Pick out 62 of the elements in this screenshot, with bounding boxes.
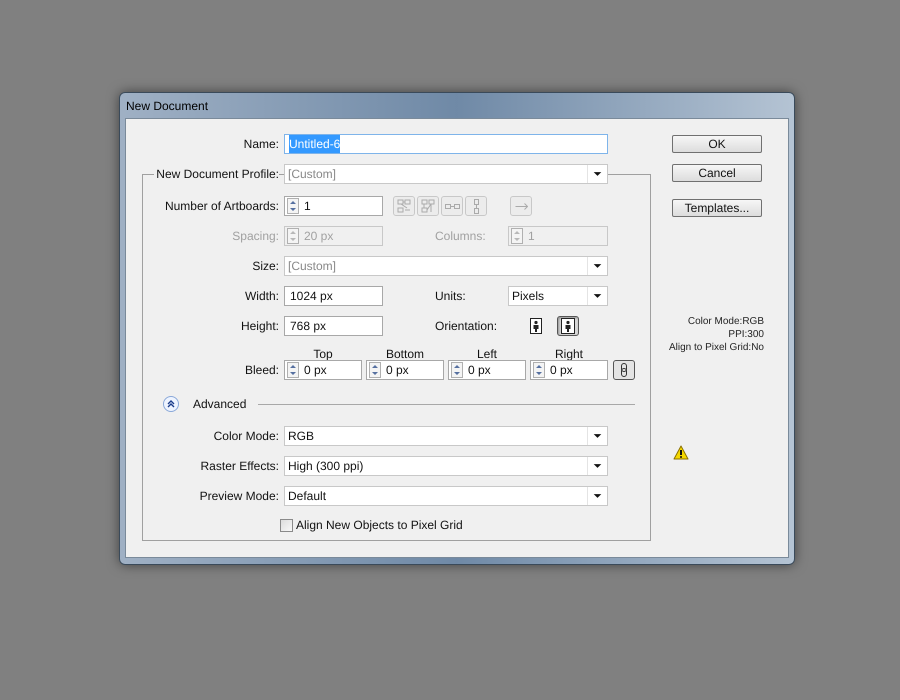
dropdown[interactable]: Default: [284, 486, 608, 506]
field-label: Name:: [242, 136, 280, 153]
layout-icon: [421, 199, 435, 213]
dialog-button[interactable]: Cancel: [672, 164, 762, 182]
field-label: Bleed:: [244, 362, 280, 379]
link-button[interactable]: [613, 360, 635, 380]
field-label: Size:: [251, 258, 280, 275]
checkbox-label: Align New Objects to Pixel Grid: [296, 517, 463, 534]
layout-icon: [397, 199, 411, 213]
field-label: Orientation:: [434, 318, 498, 335]
field-label: New Document Profile:: [154, 167, 279, 181]
field-label: Height:: [240, 318, 280, 335]
summary-line: PPI:300: [728, 328, 764, 341]
field-label: Left: [476, 346, 498, 360]
field-label: Raster Effects:: [200, 458, 280, 475]
dropdown[interactable]: Pixels: [508, 286, 608, 306]
warning-icon: [673, 445, 689, 460]
dialog-button[interactable]: OK: [672, 135, 762, 153]
field-label: Columns:: [434, 228, 487, 245]
checkbox[interactable]: [280, 518, 293, 532]
landscape-button[interactable]: [557, 316, 579, 336]
dropdown[interactable]: [Custom]: [284, 256, 608, 276]
field-label: Preview Mode:: [198, 488, 280, 505]
dropdown[interactable]: High (300 ppi): [284, 456, 608, 476]
spinner-icon: [287, 362, 299, 378]
field-label: Units:: [434, 288, 467, 305]
field-label: Spacing:: [231, 228, 280, 245]
number-field[interactable]: 0 px: [366, 360, 444, 380]
spinner-icon: [451, 362, 463, 378]
text-field[interactable]: 768 px: [284, 316, 383, 336]
layout-icon: [444, 204, 460, 208]
number-field[interactable]: 1: [284, 196, 383, 216]
number-field[interactable]: 0 px: [284, 360, 362, 380]
summary-line: Align to Pixel Grid:No: [668, 341, 764, 354]
field-label: Number of Artboards:: [164, 198, 280, 215]
window-title: New Document: [126, 98, 208, 114]
chain-link-icon: [620, 363, 628, 377]
dialog-button[interactable]: Templates...: [672, 199, 762, 217]
person-page-icon: [561, 318, 575, 334]
field-label: Width:: [244, 288, 280, 305]
collapse-toggle[interactable]: [163, 396, 179, 412]
chevrons-icon: [166, 399, 176, 409]
field-label: Color Mode:: [212, 428, 280, 445]
number-field[interactable]: 0 px: [530, 360, 608, 380]
dropdown[interactable]: [Custom]: [284, 164, 608, 184]
layout-icon: [514, 202, 528, 210]
spinner-icon: [511, 228, 523, 244]
field-label: Bottom: [384, 346, 425, 360]
layout-icon: [474, 198, 478, 214]
field-label: Top: [312, 346, 334, 360]
portrait-button[interactable]: [528, 316, 544, 336]
person-page-icon: [529, 318, 543, 334]
summary-line: Color Mode:RGB: [688, 315, 764, 328]
spinner-icon: [287, 228, 299, 244]
section-title: Advanced: [193, 396, 246, 413]
spinner-icon: [369, 362, 381, 378]
spinner-icon: [287, 198, 299, 214]
field-label: Right: [554, 346, 584, 360]
text-field[interactable]: 1024 px: [284, 286, 383, 306]
dropdown[interactable]: RGB: [284, 426, 608, 446]
spinner-icon: [533, 362, 545, 378]
number-field[interactable]: 0 px: [448, 360, 526, 380]
